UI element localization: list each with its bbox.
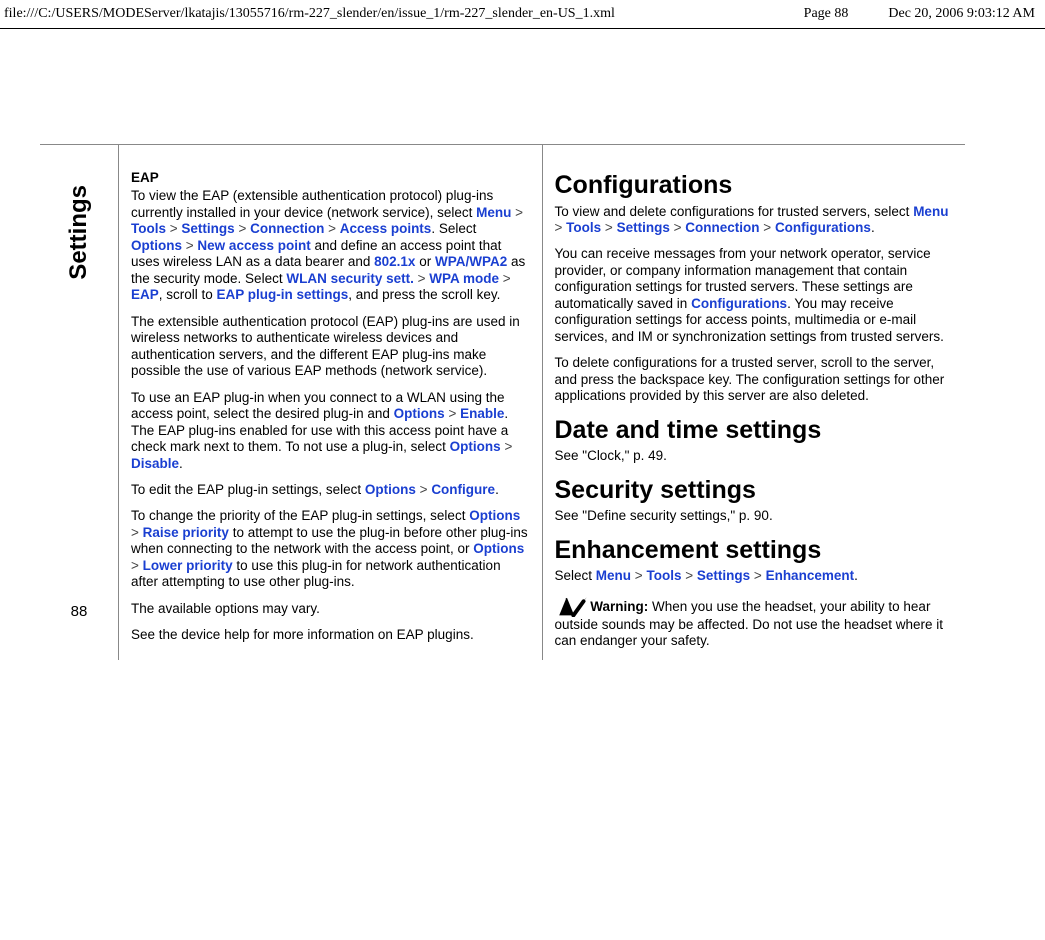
configure-link: Configure — [431, 482, 495, 497]
menu-link: Menu — [596, 568, 631, 583]
sep: > — [754, 568, 762, 583]
warning-icon — [555, 595, 587, 617]
settings-link: Settings — [181, 221, 234, 236]
connection-link: Connection — [685, 220, 759, 235]
eap-intro-paragraph: To view the EAP (extensible authenticati… — [131, 188, 530, 303]
enhancement-select-paragraph: Select Menu > Tools > Settings > Enhance… — [555, 568, 954, 584]
enhancement-link: Enhancement — [766, 568, 855, 583]
configurations-link: Configurations — [775, 220, 871, 235]
text: . — [871, 220, 875, 235]
new-access-point-link: New access point — [197, 238, 310, 253]
sep: > — [555, 220, 563, 235]
sep: > — [515, 205, 523, 220]
eap-explain-paragraph: The extensible authentication protocol (… — [131, 314, 530, 380]
text: or — [415, 254, 435, 269]
page-number: 88 — [71, 603, 88, 620]
sep: > — [131, 525, 139, 540]
settings-link: Settings — [617, 220, 670, 235]
menu-link: Menu — [476, 205, 511, 220]
page-body: Settings 88 EAP To view the EAP (extensi… — [40, 144, 965, 660]
text: To view and delete configurations for tr… — [555, 204, 914, 219]
sep: > — [238, 221, 246, 236]
connection-link: Connection — [250, 221, 324, 236]
text: , and press the scroll key. — [348, 287, 500, 302]
wpa-mode-link: WPA mode — [429, 271, 499, 286]
sep: > — [186, 238, 194, 253]
security-heading: Security settings — [555, 475, 954, 506]
sep: > — [503, 271, 511, 286]
text: , scroll to — [159, 287, 217, 302]
sep: > — [674, 220, 682, 235]
settings-link: Settings — [697, 568, 750, 583]
date-time-sub: See "Clock," p. 49. — [555, 448, 954, 464]
left-margin: Settings 88 — [40, 144, 118, 660]
configurations-heading: Configurations — [555, 170, 954, 201]
configurations-link: Configurations — [691, 296, 787, 311]
sep: > — [448, 406, 456, 421]
menu-link: Menu — [913, 204, 948, 219]
wlan-security-link: WLAN security sett. — [286, 271, 414, 286]
text: . — [179, 456, 183, 471]
security-sub: See "Define security settings," p. 90. — [555, 508, 954, 524]
text: To edit the EAP plug-in settings, select — [131, 482, 365, 497]
raise-priority-link: Raise priority — [143, 525, 229, 540]
sep: > — [328, 221, 336, 236]
configurations-receive-paragraph: You can receive messages from your netwo… — [555, 246, 954, 345]
configurations-intro-paragraph: To view and delete configurations for tr… — [555, 204, 954, 237]
warning-label: Warning: — [590, 599, 652, 614]
file-path: file:///C:/USERS/MODEServer/lkatajis/130… — [4, 6, 615, 22]
tools-link: Tools — [646, 568, 681, 583]
content-columns: EAP To view the EAP (extensible authenti… — [118, 144, 965, 660]
enhancement-heading: Enhancement settings — [555, 535, 954, 566]
eap-edit-paragraph: To edit the EAP plug-in settings, select… — [131, 482, 530, 498]
options-link: Options — [131, 238, 182, 253]
eap-plugin-settings-link: EAP plug-in settings — [217, 287, 349, 302]
document-header: file:///C:/USERS/MODEServer/lkatajis/130… — [0, 0, 1045, 29]
timestamp: Dec 20, 2006 9:03:12 AM — [888, 6, 1035, 22]
text: . — [854, 568, 858, 583]
page-indicator: Page 88 — [804, 6, 849, 22]
options-vary-paragraph: The available options may vary. — [131, 601, 530, 617]
8021x-link: 802.1x — [374, 254, 415, 269]
column-right: Configurations To view and delete config… — [542, 144, 966, 660]
column-left: EAP To view the EAP (extensible authenti… — [118, 144, 542, 660]
sep: > — [170, 221, 178, 236]
sep: > — [418, 271, 426, 286]
options-link: Options — [394, 406, 445, 421]
enable-link: Enable — [460, 406, 504, 421]
tools-link: Tools — [131, 221, 166, 236]
text: . Select — [431, 221, 476, 236]
tools-link: Tools — [566, 220, 601, 235]
options-link: Options — [450, 439, 501, 454]
eap-link: EAP — [131, 287, 159, 302]
disable-link: Disable — [131, 456, 179, 471]
sep: > — [131, 558, 139, 573]
text: To change the priority of the EAP plug-i… — [131, 508, 469, 523]
access-points-link: Access points — [340, 221, 432, 236]
lower-priority-link: Lower priority — [143, 558, 233, 573]
sep: > — [685, 568, 693, 583]
date-time-heading: Date and time settings — [555, 415, 954, 446]
sep: > — [635, 568, 643, 583]
sep: > — [763, 220, 771, 235]
side-section-title: Settings — [65, 185, 93, 280]
configurations-delete-paragraph: To delete configurations for a trusted s… — [555, 355, 954, 404]
options-link: Options — [473, 541, 524, 556]
options-link: Options — [469, 508, 520, 523]
text: Select — [555, 568, 596, 583]
sep: > — [420, 482, 428, 497]
text: To view the EAP (extensible authenticati… — [131, 188, 493, 219]
eap-use-paragraph: To use an EAP plug-in when you connect t… — [131, 390, 530, 472]
eap-priority-paragraph: To change the priority of the EAP plug-i… — [131, 508, 530, 590]
warning-paragraph: Warning: When you use the headset, your … — [555, 595, 954, 650]
wpa-link: WPA/WPA2 — [435, 254, 507, 269]
sep: > — [504, 439, 512, 454]
text: . — [495, 482, 499, 497]
see-help-paragraph: See the device help for more information… — [131, 627, 530, 643]
sep: > — [605, 220, 613, 235]
options-link: Options — [365, 482, 416, 497]
eap-heading: EAP — [131, 170, 530, 186]
